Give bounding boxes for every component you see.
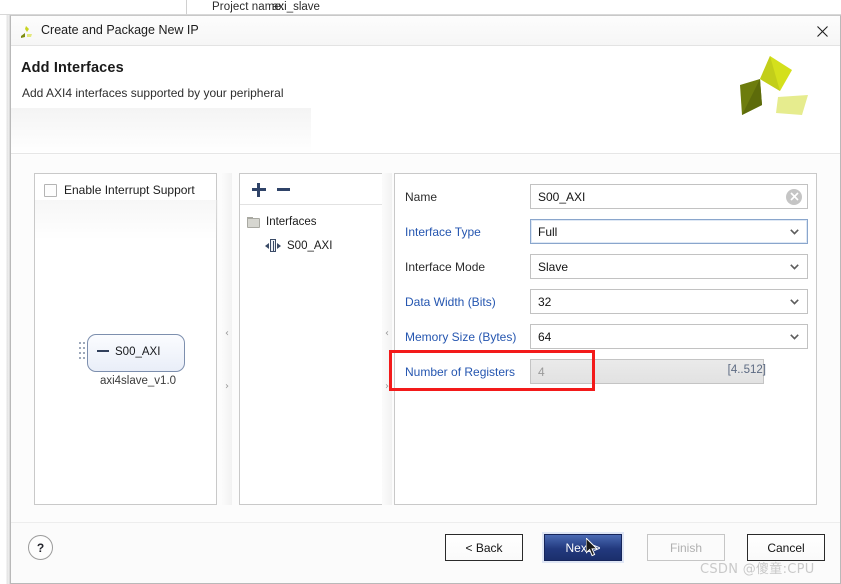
ip-diagram-panel: Enable Interrupt Support S00_AXI axi4sla… [34, 173, 218, 505]
form-row-number-of-registers: Number of Registers 4 [4..512] [395, 354, 816, 389]
background-project-name-value: axi_slave [272, 1, 320, 13]
splitter-right[interactable]: ‹ › [382, 173, 392, 505]
memory-size-dropdown[interactable]: 64 [530, 324, 808, 349]
screenshot-root: Project name: axi_slave Create and Packa… [0, 0, 841, 584]
form-row-memory-size: Memory Size (Bytes) 64 [395, 319, 816, 354]
tree-item-s00-axi[interactable]: S00_AXI [265, 239, 332, 252]
interface-mode-dropdown[interactable]: Slave [530, 254, 808, 279]
header-ghost-overlay [11, 108, 311, 154]
help-button[interactable]: ? [28, 535, 53, 560]
form-row-interface-mode: Interface Mode Slave [395, 249, 816, 284]
form-row-data-width: Data Width (Bits) 32 [395, 284, 816, 319]
remove-interface-button[interactable] [274, 180, 294, 200]
watermark-text: CSDN @傻童:CPU [700, 562, 815, 577]
form-row-interface-type: Interface Type Full [395, 214, 816, 249]
page-title: Add Interfaces [21, 60, 124, 76]
interface-type-dropdown[interactable]: Full [530, 219, 808, 244]
number-of-registers-range-hint: [4..512] [727, 363, 766, 376]
number-of-registers-control: 4 [4..512] [530, 359, 766, 384]
name-input[interactable]: S00_AXI [530, 184, 808, 209]
dialog-header: Add Interfaces Add AXI4 interfaces suppo… [11, 46, 840, 154]
interfaces-tree-panel: Interfaces S00_AXI [239, 173, 385, 505]
chevron-down-icon[interactable] [790, 298, 799, 305]
page-subtitle: Add AXI4 interfaces supported by your pe… [22, 86, 284, 100]
interface-type-label: Interface Type [405, 224, 481, 239]
chevron-down-icon[interactable] [790, 263, 799, 270]
interface-mode-control[interactable]: Slave [530, 254, 808, 279]
tree-item-s00-axi-label: S00_AXI [287, 239, 333, 252]
folder-icon [247, 216, 260, 228]
interface-mode-label: Interface Mode [405, 259, 486, 274]
tree-item-interfaces[interactable]: Interfaces [247, 216, 317, 228]
ip-block-port-label: S00_AXI [115, 346, 161, 358]
tree-toolbar [240, 174, 384, 205]
number-of-registers-label: Number of Registers [405, 364, 516, 379]
interface-type-control[interactable]: Full [530, 219, 808, 244]
splitter-left[interactable]: ‹ › [222, 173, 232, 505]
memory-size-label: Memory Size (Bytes) [405, 329, 517, 344]
ip-block-port-stub [97, 350, 109, 352]
chevron-right-icon[interactable]: › [383, 381, 391, 393]
interface-properties-form: Name S00_AXI Interface Type Full Interfa… [395, 179, 816, 389]
enable-interrupt-support-label: Enable Interrupt Support [64, 183, 195, 197]
create-and-package-new-ip-dialog: Create and Package New IP Add Interfaces… [10, 15, 841, 584]
data-width-label: Data Width (Bits) [405, 294, 496, 309]
chevron-down-icon[interactable] [790, 333, 799, 340]
enable-interrupt-support-checkbox[interactable]: Enable Interrupt Support [44, 183, 195, 197]
diagram-ghost-overlay [35, 200, 218, 240]
clear-icon[interactable] [786, 188, 802, 205]
ip-block-pin-dots [79, 342, 87, 364]
dialog-body: Enable Interrupt Support S00_AXI axi4sla… [11, 155, 840, 522]
tree-item-interfaces-label: Interfaces [266, 216, 317, 228]
mouse-cursor-icon [585, 536, 600, 558]
chevron-left-icon[interactable]: ‹ [383, 328, 391, 340]
form-row-name: Name S00_AXI [395, 179, 816, 214]
ip-block-caption: axi4slave_v1.0 [99, 375, 177, 387]
checkbox-box[interactable] [44, 183, 57, 197]
cancel-button[interactable]: Cancel [747, 534, 825, 561]
chevron-right-icon[interactable]: › [223, 381, 231, 393]
vivado-logo-icon [19, 24, 34, 39]
finish-button: Finish [647, 534, 725, 561]
chevron-left-icon[interactable]: ‹ [223, 328, 231, 340]
back-button[interactable]: < Back [445, 534, 523, 561]
next-button[interactable]: Next > [544, 534, 622, 561]
interface-properties-panel: Name S00_AXI Interface Type Full Interfa… [394, 173, 817, 505]
name-label: Name [405, 189, 438, 204]
dialog-title: Create and Package New IP [41, 23, 199, 37]
add-interface-button[interactable] [249, 180, 269, 200]
chevron-down-icon[interactable] [790, 228, 799, 235]
data-width-control[interactable]: 32 [530, 289, 808, 314]
interface-icon [265, 239, 281, 252]
memory-size-control[interactable]: 64 [530, 324, 808, 349]
background-strip-left [0, 0, 186, 15]
dialog-titlebar: Create and Package New IP [11, 16, 840, 46]
xilinx-pinwheel-logo [732, 53, 818, 133]
name-control[interactable]: S00_AXI [530, 184, 808, 209]
close-icon[interactable] [811, 21, 833, 41]
data-width-dropdown[interactable]: 32 [530, 289, 808, 314]
ip-block-symbol[interactable]: S00_AXI [87, 334, 185, 372]
